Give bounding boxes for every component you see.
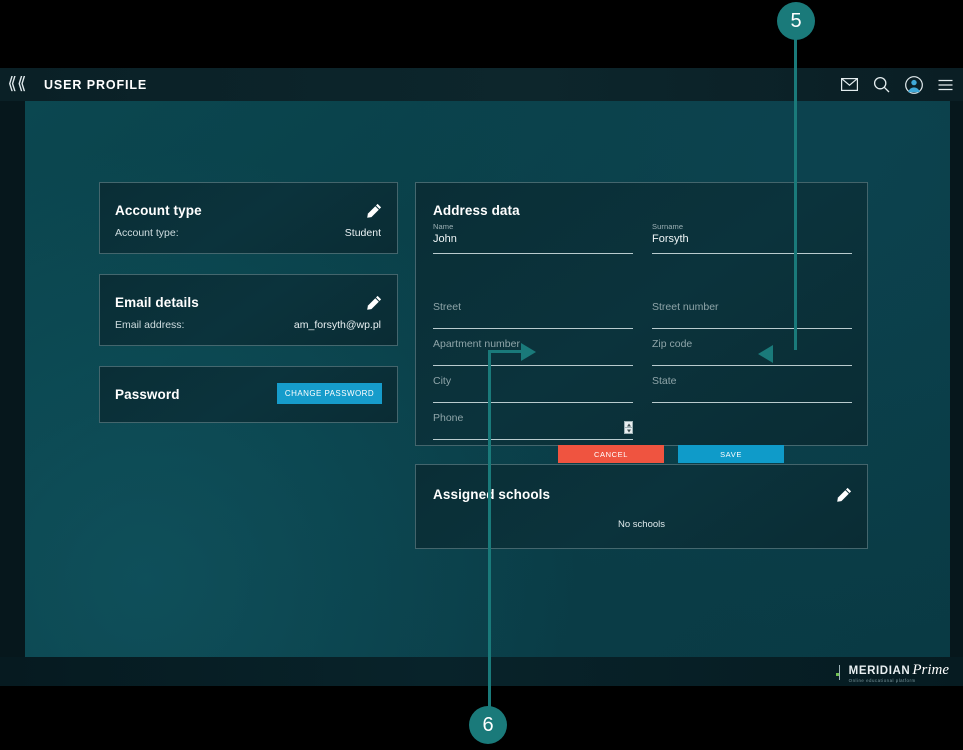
apartment-number-field-placeholder: Apartment number (433, 338, 520, 350)
apartment-number-field-underline (433, 365, 633, 366)
zip-code-field-placeholder: Zip code (652, 338, 693, 350)
email-address-value: am_forsyth@wp.pl (293, 319, 381, 331)
save-button[interactable]: SAVE (678, 445, 784, 463)
annotation-6-line-horizontal (488, 350, 524, 353)
zip-code-field-underline (652, 365, 852, 366)
assigned-schools-panel-title: Assigned schools (433, 487, 551, 502)
surname-field-underline (652, 253, 852, 254)
name-field[interactable]: Name John (433, 222, 633, 254)
email-details-panel: Email details Email address: am_forsyth@… (99, 274, 398, 346)
state-field-underline (652, 402, 852, 403)
page-title: USER PROFILE (44, 77, 148, 92)
assigned-schools-panel: Assigned schools No schools (415, 464, 868, 549)
street-field-underline (433, 328, 633, 329)
email-details-edit-pencil-icon[interactable] (367, 295, 382, 310)
city-field-placeholder: City (433, 375, 452, 387)
password-panel: Password CHANGE PASSWORD (99, 366, 398, 423)
account-type-panel-title: Account type (115, 203, 202, 218)
password-panel-title: Password (115, 387, 180, 402)
street-number-field-placeholder: Street number (652, 301, 719, 313)
phone-number-stepper[interactable] (624, 421, 633, 434)
logo-name: MERIDIAN (848, 664, 911, 677)
city-field[interactable]: City (433, 371, 633, 403)
email-address-label: Email address: (115, 319, 185, 331)
account-type-edit-pencil-icon[interactable] (367, 203, 382, 218)
logo-prime-word: Prime (912, 661, 949, 678)
surname-field[interactable]: Surname Forsyth (652, 222, 852, 254)
name-field-value: John (433, 233, 457, 245)
chevron-double-left-glyph: ⟪⟪ (7, 74, 27, 94)
address-data-panel: Address data Name John Surname Forsyth S… (415, 182, 868, 463)
address-data-panel-title: Address data (433, 203, 520, 218)
annotation-5-line (794, 38, 797, 350)
surname-field-value: Forsyth (652, 233, 689, 245)
state-field-placeholder: State (652, 375, 677, 387)
menu-icon[interactable] (936, 75, 955, 94)
annotation-marker-5: 5 (777, 2, 815, 40)
city-field-underline (433, 402, 633, 403)
meridian-prime-logo: MERIDIAN Prime Online educational platfor… (835, 660, 949, 685)
change-password-button[interactable]: CHANGE PASSWORD (277, 383, 382, 404)
street-field-placeholder: Street (433, 301, 462, 313)
footer-strip (0, 657, 963, 686)
email-details-panel-title: Email details (115, 295, 199, 310)
phone-stepper-down-arrow-icon[interactable] (625, 428, 632, 433)
mail-icon[interactable] (840, 75, 859, 94)
account-type-panel: Account type Account type: Student (99, 182, 398, 254)
street-field[interactable]: Street (433, 297, 633, 329)
account-type-value: Student (344, 227, 381, 239)
account-type-label: Account type: (115, 227, 179, 239)
zip-code-field[interactable]: Zip code (652, 334, 852, 366)
screenshot-root: ⟪⟪ USER PROFILE Account type Account typ… (0, 0, 963, 750)
surname-field-label: Surname (652, 222, 684, 231)
phone-stepper-up-arrow-icon[interactable] (625, 422, 632, 427)
search-icon[interactable] (872, 75, 891, 94)
phone-field-placeholder: Phone (433, 412, 464, 424)
assigned-schools-empty-text: No schools (618, 519, 665, 530)
state-field[interactable]: State (652, 371, 852, 403)
chevron-double-left-icon[interactable]: ⟪⟪ (0, 68, 34, 101)
annotation-5-arrowhead (758, 345, 773, 363)
street-number-field-underline (652, 328, 852, 329)
phone-field-underline (433, 439, 633, 440)
annotation-marker-6: 6 (469, 706, 507, 744)
street-number-field[interactable]: Street number (652, 297, 852, 329)
name-field-label: Name (433, 222, 454, 231)
cancel-button[interactable]: CANCEL (558, 445, 664, 463)
logo-mark-icon (835, 665, 845, 680)
application-window: ⟪⟪ USER PROFILE Account type Account typ… (0, 68, 963, 686)
top-bar-icon-group (840, 68, 955, 101)
annotation-6-line-vertical (488, 352, 491, 709)
account-avatar-icon[interactable] (904, 75, 923, 94)
top-app-bar: ⟪⟪ USER PROFILE (0, 68, 963, 101)
phone-field[interactable]: Phone (433, 408, 633, 440)
assigned-schools-edit-pencil-icon[interactable] (837, 487, 852, 502)
logo-tagline: Online educational platform (848, 677, 916, 683)
name-field-underline (433, 253, 633, 254)
annotation-6-arrowhead (521, 343, 536, 361)
logo-text-group: MERIDIAN Prime Online educational platfor… (849, 662, 949, 683)
